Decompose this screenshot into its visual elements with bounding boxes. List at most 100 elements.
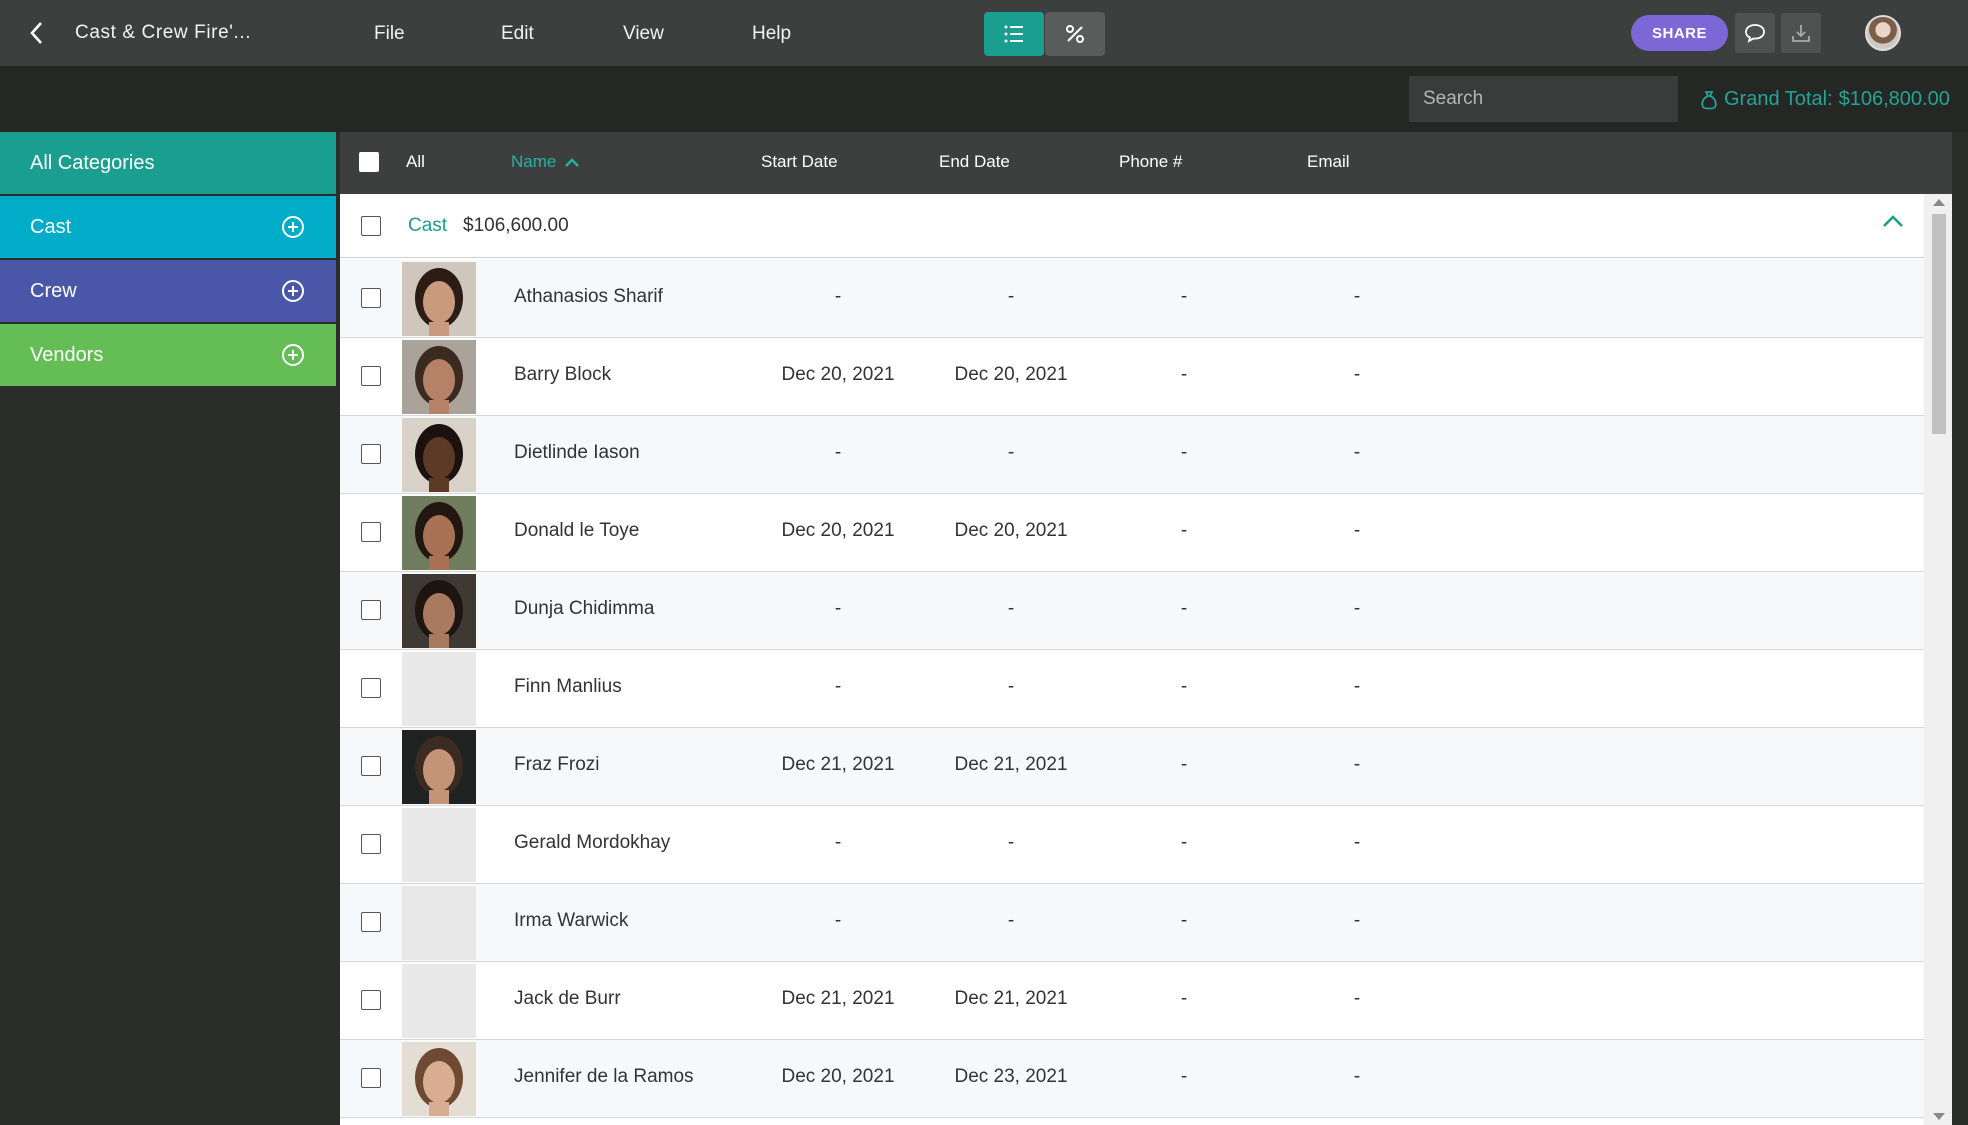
- row-checkbox[interactable]: [361, 756, 381, 776]
- group-name: Cast: [408, 215, 448, 236]
- group-row-cast[interactable]: Cast $106,600.00: [340, 194, 1924, 258]
- cell-end-date: -: [1007, 286, 1015, 307]
- cell-end-date: -: [1007, 442, 1015, 463]
- cell-email: -: [1353, 754, 1361, 775]
- menu-edit[interactable]: Edit: [501, 23, 534, 45]
- cell-end-date: Dec 21, 2021: [954, 988, 1068, 1009]
- profile-photo: [402, 418, 476, 492]
- group-amount: $106,600.00: [463, 215, 569, 236]
- row-checkbox[interactable]: [361, 288, 381, 308]
- cell-phone: -: [1180, 676, 1188, 697]
- cell-name[interactable]: Donald le Toye: [514, 520, 639, 542]
- sidebar-item-all-categories[interactable]: All Categories: [0, 132, 336, 194]
- cell-name[interactable]: Barry Block: [514, 364, 611, 386]
- share-button[interactable]: SHARE: [1631, 15, 1728, 51]
- table-row[interactable]: Dunja Chidimma - - - -: [340, 572, 1924, 650]
- cell-start-date: Dec 21, 2021: [781, 754, 895, 775]
- grand-total-value: $106,800.00: [1838, 88, 1950, 110]
- table-row[interactable]: Irma Warwick - - - -: [340, 884, 1924, 962]
- cell-start-date: -: [834, 832, 842, 853]
- sidebar-item-label: Cast: [30, 215, 72, 238]
- column-header-all[interactable]: All: [406, 152, 425, 172]
- select-all-checkbox[interactable]: [359, 152, 379, 172]
- row-checkbox[interactable]: [361, 1068, 381, 1088]
- search-input[interactable]: [1409, 76, 1678, 122]
- cell-phone: -: [1180, 286, 1188, 307]
- profile-photo: [402, 1042, 476, 1116]
- cell-name[interactable]: Finn Manlius: [514, 676, 622, 698]
- row-checkbox[interactable]: [361, 990, 381, 1010]
- row-checkbox[interactable]: [361, 834, 381, 854]
- cell-start-date: -: [834, 286, 842, 307]
- table-row[interactable]: Barry Block Dec 20, 2021 Dec 20, 2021 - …: [340, 338, 1924, 416]
- cell-name[interactable]: Irma Warwick: [514, 910, 628, 932]
- menu-help[interactable]: Help: [752, 23, 791, 45]
- cell-name[interactable]: Dietlinde Iason: [514, 442, 640, 464]
- cell-name[interactable]: Gerald Mordokhay: [514, 832, 670, 854]
- menu-view[interactable]: View: [623, 23, 664, 45]
- percent-view-button[interactable]: [1045, 12, 1105, 56]
- sidebar-item-cast[interactable]: Cast: [0, 196, 336, 258]
- column-header-start-date[interactable]: Start Date: [761, 152, 838, 172]
- table-row[interactable]: Fraz Frozi Dec 21, 2021 Dec 21, 2021 - -: [340, 728, 1924, 806]
- document-title[interactable]: Cast & Crew Fire'...: [75, 22, 251, 44]
- comment-button[interactable]: [1735, 13, 1775, 53]
- cell-email: -: [1353, 598, 1361, 619]
- column-header-name-label: Name: [511, 152, 557, 171]
- vertical-scrollbar[interactable]: [1924, 194, 1952, 1125]
- add-circle-icon[interactable]: [282, 344, 304, 366]
- cell-name[interactable]: Dunja Chidimma: [514, 598, 654, 620]
- cell-email: -: [1353, 364, 1361, 385]
- cell-email: -: [1353, 1066, 1361, 1087]
- cell-email: -: [1353, 286, 1361, 307]
- sidebar-item-crew[interactable]: Crew: [0, 260, 336, 322]
- row-checkbox[interactable]: [361, 444, 381, 464]
- cell-name[interactable]: Fraz Frozi: [514, 754, 600, 776]
- group-checkbox[interactable]: [361, 216, 381, 236]
- row-checkbox[interactable]: [361, 366, 381, 386]
- scroll-down-icon[interactable]: [1933, 1113, 1945, 1120]
- user-avatar[interactable]: [1865, 15, 1901, 51]
- scroll-up-icon[interactable]: [1933, 199, 1945, 206]
- table-row[interactable]: Athanasios Sharif - - - -: [340, 260, 1924, 338]
- cell-start-date: Dec 20, 2021: [781, 520, 895, 541]
- scrollbar-thumb[interactable]: [1932, 214, 1946, 434]
- sidebar-item-vendors[interactable]: Vendors: [0, 324, 336, 386]
- chevron-up-icon[interactable]: [1882, 214, 1904, 233]
- row-checkbox[interactable]: [361, 522, 381, 542]
- column-header-phone[interactable]: Phone #: [1119, 152, 1182, 172]
- cell-email: -: [1353, 676, 1361, 697]
- cell-end-date: Dec 23, 2021: [954, 1066, 1068, 1087]
- cell-name[interactable]: Jennifer de la Ramos: [514, 1066, 694, 1088]
- cell-phone: -: [1180, 598, 1188, 619]
- cell-email: -: [1353, 910, 1361, 931]
- cell-name[interactable]: Jack de Burr: [514, 988, 621, 1010]
- table-row[interactable]: Donald le Toye Dec 20, 2021 Dec 20, 2021…: [340, 494, 1924, 572]
- grand-total: Grand Total: $106,800.00: [1700, 88, 1950, 111]
- table-row[interactable]: Finn Manlius - - - -: [340, 650, 1924, 728]
- column-header-end-date[interactable]: End Date: [939, 152, 1010, 172]
- cell-phone: -: [1180, 988, 1188, 1009]
- row-checkbox[interactable]: [361, 912, 381, 932]
- back-icon[interactable]: [22, 18, 50, 48]
- menu-file[interactable]: File: [374, 23, 405, 45]
- profile-photo: [402, 964, 476, 1038]
- list-view-button[interactable]: [984, 12, 1044, 56]
- column-header-name[interactable]: Name: [511, 152, 580, 172]
- cell-name[interactable]: Athanasios Sharif: [514, 286, 663, 308]
- cell-phone: -: [1180, 1066, 1188, 1087]
- column-header-email[interactable]: Email: [1307, 152, 1350, 172]
- add-circle-icon[interactable]: [282, 280, 304, 302]
- table-body: Cast $106,600.00 Athanasios Sharif - - -…: [340, 194, 1924, 1125]
- profile-photo: [402, 730, 476, 804]
- table-row[interactable]: Gerald Mordokhay - - - -: [340, 806, 1924, 884]
- row-checkbox[interactable]: [361, 600, 381, 620]
- download-button[interactable]: [1781, 13, 1821, 53]
- table-row[interactable]: Jennifer de la Ramos Dec 20, 2021 Dec 23…: [340, 1040, 1924, 1118]
- add-circle-icon[interactable]: [282, 216, 304, 238]
- cell-phone: -: [1180, 832, 1188, 853]
- table-row[interactable]: Dietlinde Iason - - - -: [340, 416, 1924, 494]
- cell-end-date: -: [1007, 910, 1015, 931]
- table-row[interactable]: Jack de Burr Dec 21, 2021 Dec 21, 2021 -…: [340, 962, 1924, 1040]
- row-checkbox[interactable]: [361, 678, 381, 698]
